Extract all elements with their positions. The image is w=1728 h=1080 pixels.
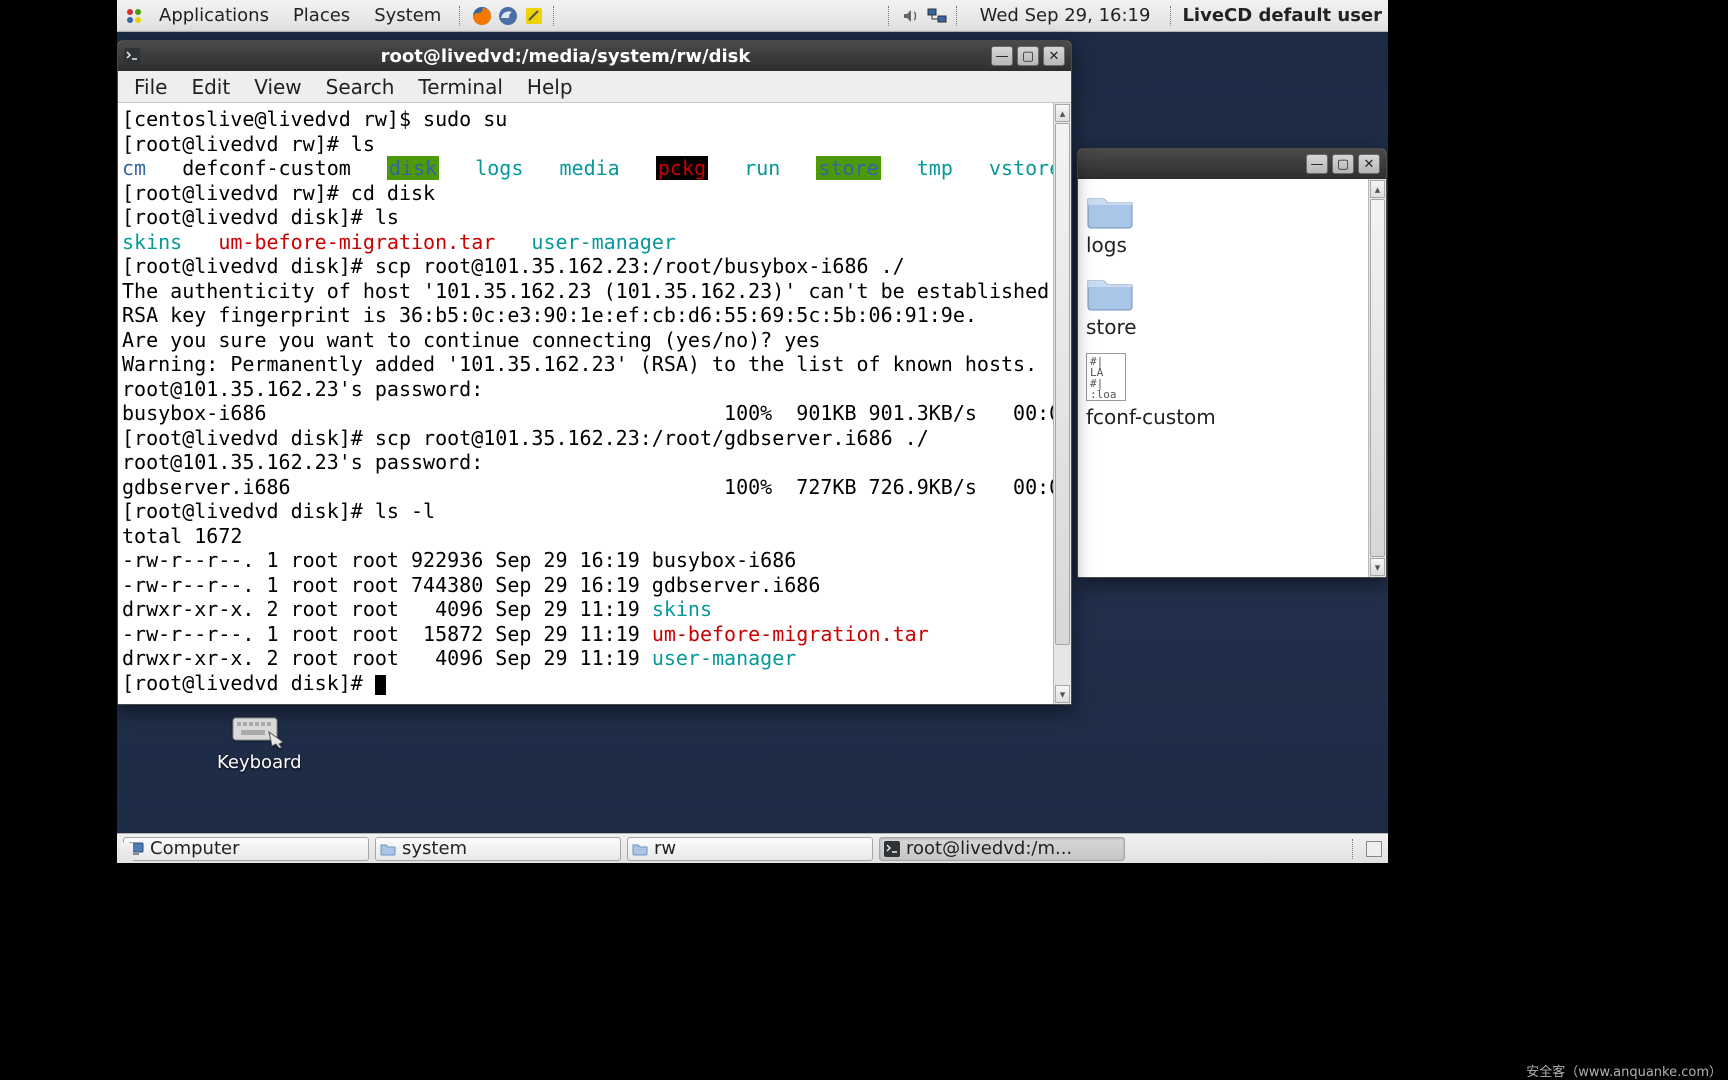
- maximize-button[interactable]: ▢: [1017, 46, 1039, 66]
- close-button[interactable]: ✕: [1043, 46, 1065, 66]
- thunderbird-icon[interactable]: [497, 5, 519, 27]
- folder-icon: [380, 841, 396, 857]
- menu-file[interactable]: File: [124, 73, 177, 101]
- top-panel: Applications Places System Wed Sep 29, 1…: [117, 0, 1388, 32]
- folder-item[interactable]: logs: [1086, 189, 1360, 257]
- firefox-icon[interactable]: [471, 5, 493, 27]
- menu-places[interactable]: Places: [283, 3, 360, 28]
- terminal-titlebar[interactable]: root@livedvd:/media/system/rw/disk — ▢ ✕: [118, 41, 1071, 71]
- terminal-output[interactable]: [centoslive@livedvd rw]$ sudo su[root@li…: [118, 103, 1053, 704]
- network-icon[interactable]: [926, 5, 948, 27]
- terminal-menubar: File Edit View Search Terminal Help: [118, 71, 1071, 103]
- taskbar-item-label: root@livedvd:/m...: [906, 838, 1072, 859]
- folder-icon: [632, 841, 648, 857]
- file-manager-scrollbar[interactable]: ▴ ▾: [1368, 179, 1386, 577]
- panel-separator: [888, 6, 892, 26]
- document-icon: #| LA#|:loa: [1086, 353, 1126, 401]
- terminal-window[interactable]: root@livedvd:/media/system/rw/disk — ▢ ✕…: [117, 40, 1072, 705]
- panel-separator: [1170, 6, 1174, 26]
- item-label: fconf-custom: [1086, 405, 1216, 429]
- menu-help[interactable]: Help: [517, 73, 583, 101]
- taskbar-item-label: system: [402, 838, 467, 859]
- app-launcher-icon[interactable]: [123, 5, 145, 27]
- terminal-icon: [884, 841, 900, 857]
- item-label: logs: [1086, 233, 1127, 257]
- panel-separator: [459, 6, 463, 26]
- terminal-scrollbar[interactable]: ▴ ▾: [1053, 103, 1071, 704]
- desktop-icon-keyboard[interactable]: Keyboard: [217, 708, 302, 773]
- menu-view[interactable]: View: [244, 73, 311, 101]
- file-manager-content[interactable]: logs store #| LA#|:loa fconf-custom: [1078, 179, 1368, 577]
- taskbar-item[interactable]: Computer: [123, 837, 369, 861]
- menu-terminal[interactable]: Terminal: [408, 73, 513, 101]
- taskbar-item-label: rw: [654, 838, 676, 859]
- notes-icon[interactable]: [523, 5, 545, 27]
- tray-workspace-switcher[interactable]: [1366, 841, 1382, 857]
- panel-separator: [553, 6, 557, 26]
- terminal-title: root@livedvd:/media/system/rw/disk: [146, 46, 985, 67]
- menu-edit[interactable]: Edit: [181, 73, 240, 101]
- menu-applications[interactable]: Applications: [149, 3, 279, 28]
- scroll-down-button[interactable]: ▾: [1055, 685, 1070, 703]
- scroll-down-button[interactable]: ▾: [1370, 558, 1385, 576]
- menu-system[interactable]: System: [364, 3, 451, 28]
- taskbar-item-label: Computer: [150, 838, 239, 859]
- desktop-icon-label: Keyboard: [217, 752, 302, 773]
- maximize-button[interactable]: ▢: [1332, 154, 1354, 174]
- file-manager-window[interactable]: — ▢ ✕ logs store #| LA#|:loa fconf-custom ▴…: [1077, 148, 1387, 578]
- taskbar-item[interactable]: root@livedvd:/m...: [879, 837, 1125, 861]
- document-item[interactable]: #| LA#|:loa fconf-custom: [1086, 353, 1360, 429]
- volume-icon[interactable]: [900, 5, 922, 27]
- file-manager-titlebar[interactable]: — ▢ ✕: [1078, 149, 1386, 179]
- file-manager-body: logs store #| LA#|:loa fconf-custom ▴ ▾: [1078, 179, 1386, 577]
- watermark: 安全客（www.anquanke.com）: [1526, 1061, 1722, 1080]
- panel-separator: [1352, 839, 1356, 859]
- taskbar-item[interactable]: system: [375, 837, 621, 861]
- scroll-up-button[interactable]: ▴: [1055, 104, 1070, 122]
- terminal-icon: [124, 48, 140, 64]
- scroll-up-button[interactable]: ▴: [1370, 180, 1385, 198]
- item-label: store: [1086, 315, 1137, 339]
- menu-search[interactable]: Search: [316, 73, 405, 101]
- desktop-screen: Applications Places System Wed Sep 29, 1…: [117, 0, 1388, 863]
- taskbar-item[interactable]: rw: [627, 837, 873, 861]
- close-button[interactable]: ✕: [1358, 154, 1380, 174]
- bottom-panel: Computer system rw root@livedvd:/m...: [117, 833, 1388, 863]
- minimize-button[interactable]: —: [991, 46, 1013, 66]
- folder-item[interactable]: store: [1086, 271, 1360, 339]
- panel-separator: [956, 6, 960, 26]
- minimize-button[interactable]: —: [1306, 154, 1328, 174]
- panel-clock[interactable]: Wed Sep 29, 16:19: [968, 5, 1163, 26]
- panel-user-menu[interactable]: LiveCD default user: [1182, 5, 1382, 26]
